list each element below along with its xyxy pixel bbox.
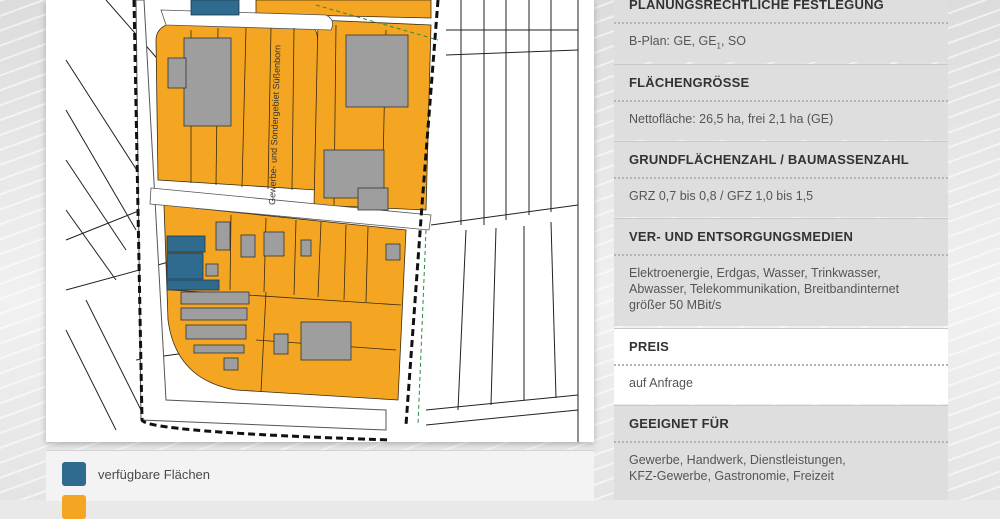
section-title-suitable: GEEIGNET FÜR: [614, 405, 948, 443]
area-text: Nettofläche: 26,5 ha, frei 2,1 ha (GE): [629, 112, 834, 126]
section-title-utilities: VER- UND ENTSORGUNGSMEDIEN: [614, 218, 948, 256]
parcel-lines-right: [425, 0, 579, 442]
site-plan-drawing: Gewerbe- und Sondergebiet Süßenborn: [65, 0, 579, 442]
site-map: Gewerbe- und Sondergebiet Süßenborn: [46, 0, 594, 442]
section-title-planning: PLANUNGSRECHTLICHE FESTLEGUNG: [614, 0, 948, 24]
section-value-price: auf Anfrage: [614, 366, 948, 404]
section-title-area: FLÄCHENGRÖSSE: [614, 64, 948, 102]
legend-label-available: verfügbare Flächen: [98, 466, 211, 482]
grz-text: GRZ 0,7 bis 0,8 / GFZ 1,0 bis 1,5: [629, 189, 814, 203]
info-panel: PLANUNGSRECHTLICHE FESTLEGUNG B-Plan: GE…: [614, 0, 948, 500]
suitable-line-1: Gewerbe, Handwerk, Dienstleistungen,: [629, 453, 846, 467]
legend-swatch-available: [62, 462, 86, 486]
legend-item-available: verfügbare Flächen: [62, 462, 210, 486]
section-value-grz: GRZ 0,7 bis 0,8 / GFZ 1,0 bis 1,5: [614, 179, 948, 217]
utilities-line-1: Elektroenergie, Erdgas, Wasser, Trinkwas…: [629, 266, 881, 280]
section-value-planning: B-Plan: GE, GE1, SO: [614, 24, 948, 62]
legend-item-occupied: [62, 495, 98, 519]
section-value-suitable: Gewerbe, Handwerk, Dienstleistungen, KFZ…: [614, 443, 948, 500]
utilities-line-3: größer 50 MBit/s: [629, 298, 722, 312]
price-text: auf Anfrage: [629, 376, 693, 390]
utilities-line-2: Abwasser, Telekommunikation, Breitbandin…: [629, 282, 900, 296]
map-legend: verfügbare Flächen: [46, 450, 594, 519]
section-title-grz: GRUNDFLÄCHENZAHL / BAUMASSENZAHL: [614, 141, 948, 179]
section-value-utilities: Elektroenergie, Erdgas, Wasser, Trinkwas…: [614, 256, 948, 326]
suitable-line-2: KFZ-Gewerbe, Gastronomie, Freizeit: [629, 469, 834, 483]
planning-text: B-Plan: GE, GE: [629, 34, 717, 48]
planning-text-end: , SO: [720, 34, 746, 48]
legend-swatch-occupied: [62, 495, 86, 519]
section-value-area: Nettofläche: 26,5 ha, frei 2,1 ha (GE): [614, 102, 948, 140]
section-title-price: PREIS: [614, 328, 948, 366]
